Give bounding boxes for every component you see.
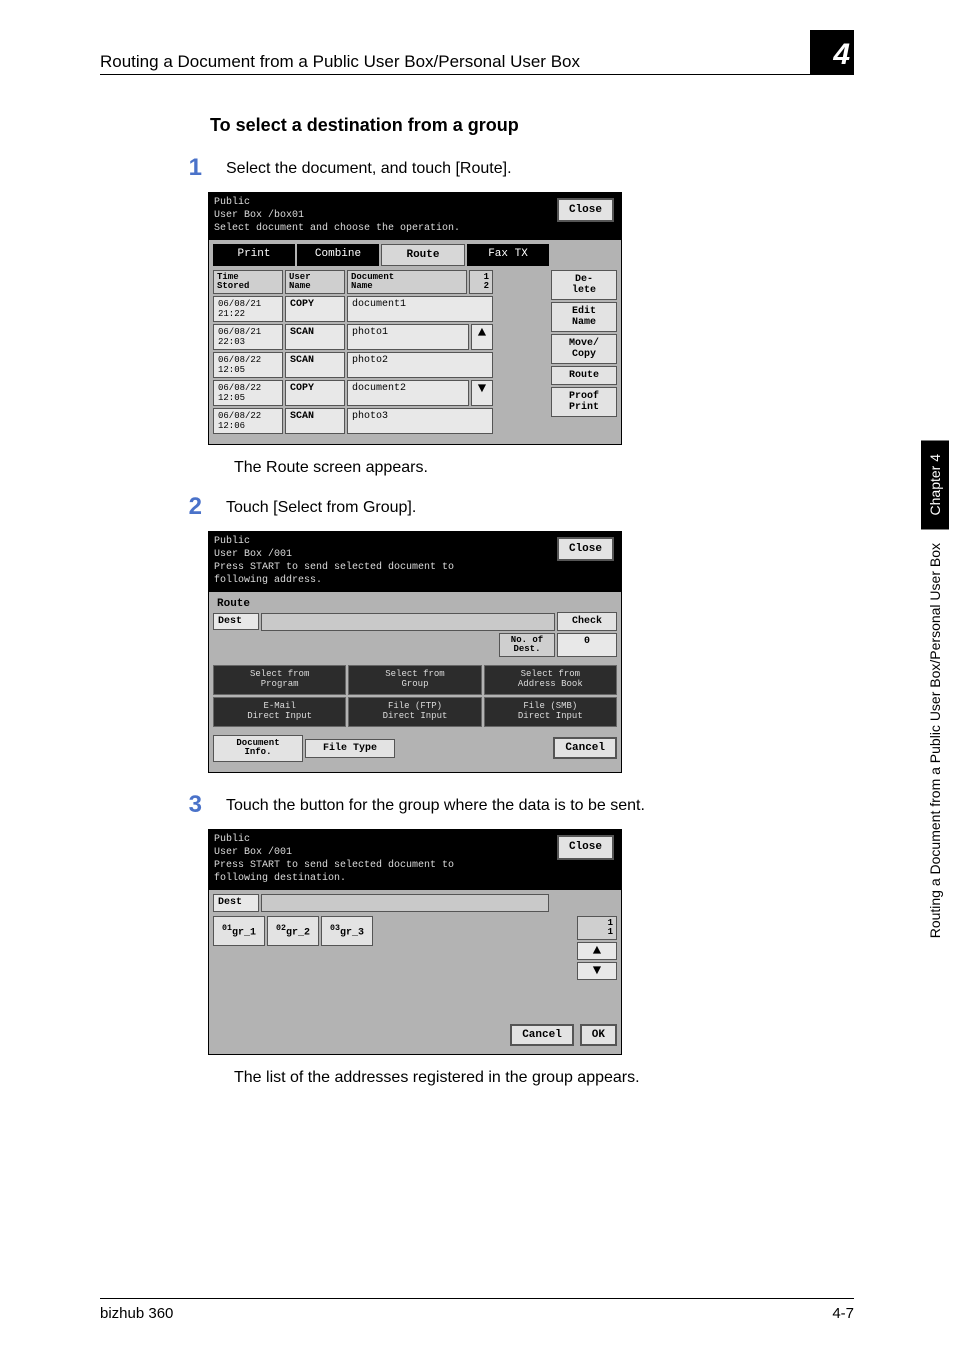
table-row[interactable]: 06/08/22 12:06 SCAN photo3: [213, 408, 547, 434]
dest-label: Dest: [213, 894, 259, 912]
body-after-step3: The list of the addresses registered in …: [234, 1069, 854, 1087]
select-from-address-book-button[interactable]: Select from Address Book: [484, 665, 617, 695]
group-1-label: gr_1: [232, 928, 256, 939]
table-row[interactable]: 06/08/21 22:03 SCAN photo1 ▲: [213, 324, 547, 350]
tab-fax-tx[interactable]: Fax TX: [467, 244, 549, 266]
tab-route[interactable]: Route: [381, 244, 465, 266]
edit-name-button[interactable]: Edit Name: [551, 302, 617, 332]
cancel-button[interactable]: Cancel: [553, 737, 617, 759]
cell-user: COPY: [285, 380, 345, 406]
cell-user: SCAN: [285, 408, 345, 434]
dest-field: [261, 894, 549, 912]
scroll-up-icon[interactable]: ▲: [471, 324, 493, 350]
close-button[interactable]: Close: [557, 537, 614, 561]
ui2-title-line1: Public: [214, 535, 616, 548]
ok-button[interactable]: OK: [580, 1024, 617, 1046]
ui1-title-line1: Public: [214, 196, 616, 209]
file-type-button[interactable]: File Type: [305, 739, 395, 758]
ui3-title-line1: Public: [214, 833, 616, 846]
cell-user: SCAN: [285, 352, 345, 378]
ui1-subtitle: Select document and choose the operation…: [214, 222, 616, 235]
cell-time: 06/08/21 21:22: [213, 296, 283, 322]
scroll-down-icon[interactable]: ▼: [471, 380, 493, 406]
step-text-1: Select the document, and touch [Route].: [226, 154, 512, 178]
no-of-dest-value: 0: [557, 633, 617, 657]
cell-time: 06/08/22 12:06: [213, 408, 283, 434]
chapter-number-badge: 4: [810, 30, 854, 74]
proof-print-button[interactable]: Proof Print: [551, 387, 617, 417]
scroll-down-icon[interactable]: ▼: [577, 962, 617, 980]
check-button[interactable]: Check: [557, 612, 617, 631]
body-after-step1: The Route screen appears.: [234, 459, 854, 477]
table-row[interactable]: 06/08/22 12:05 SCAN photo2: [213, 352, 547, 378]
delete-button[interactable]: De- lete: [551, 270, 617, 300]
close-button[interactable]: Close: [557, 835, 614, 859]
cell-doc: document2: [347, 380, 469, 406]
device-screenshot-1: Public User Box /box01 Select document a…: [208, 192, 622, 445]
file-smb-direct-input-button[interactable]: File (SMB) Direct Input: [484, 697, 617, 727]
move-copy-button[interactable]: Move/ Copy: [551, 334, 617, 364]
col-time-stored[interactable]: Time Stored: [213, 270, 283, 294]
cell-doc: photo3: [347, 408, 493, 434]
side-tab: Chapter 4 Routing a Document from a Publ…: [916, 440, 954, 980]
group-1-button[interactable]: 01gr_1: [213, 916, 265, 945]
cell-doc: photo2: [347, 352, 493, 378]
cell-time: 06/08/22 12:05: [213, 352, 283, 378]
ui2-title-line2: User Box /001: [214, 548, 616, 561]
route-button[interactable]: Route: [551, 366, 617, 385]
page-indicator: 1 2: [469, 270, 493, 294]
cell-time: 06/08/21 22:03: [213, 324, 283, 350]
cell-user: COPY: [285, 296, 345, 322]
step-number-1: 1: [180, 154, 202, 182]
ui2-subtitle: Press START to send selected document to…: [214, 561, 616, 587]
tab-print[interactable]: Print: [213, 244, 295, 266]
file-ftp-direct-input-button[interactable]: File (FTP) Direct Input: [348, 697, 481, 727]
group-2-button[interactable]: 02gr_2: [267, 916, 319, 945]
ui3-title-line2: User Box /001: [214, 846, 616, 859]
cancel-button[interactable]: Cancel: [510, 1024, 574, 1046]
step-text-2: Touch [Select from Group].: [226, 493, 416, 517]
route-label: Route: [213, 596, 617, 612]
device-screenshot-3: Public User Box /001 Press START to send…: [208, 829, 622, 1055]
no-of-dest-label: No. of Dest.: [499, 633, 555, 657]
footer-model: bizhub 360: [100, 1305, 173, 1322]
table-row[interactable]: 06/08/21 21:22 COPY document1: [213, 296, 547, 322]
email-direct-input-button[interactable]: E-Mail Direct Input: [213, 697, 346, 727]
group-2-label: gr_2: [286, 928, 310, 939]
col-user-name[interactable]: User Name: [285, 270, 345, 294]
page-indicator: 1 1: [577, 916, 617, 940]
group-3-label: gr_3: [340, 928, 364, 939]
dest-label: Dest: [213, 613, 259, 630]
select-from-group-button[interactable]: Select from Group: [348, 665, 481, 695]
cell-doc: photo1: [347, 324, 469, 350]
tab-combine[interactable]: Combine: [297, 244, 379, 266]
group-2-prefix: 02: [276, 923, 286, 933]
document-info-button[interactable]: Document Info.: [213, 735, 303, 763]
group-3-prefix: 03: [330, 923, 340, 933]
section-heading: To select a destination from a group: [210, 115, 854, 136]
footer-page-number: 4-7: [832, 1305, 854, 1322]
scroll-up-icon[interactable]: ▲: [577, 942, 617, 960]
step-number-3: 3: [180, 791, 202, 819]
ui1-title-line2: User Box /box01: [214, 209, 616, 222]
step-text-3: Touch the button for the group where the…: [226, 791, 645, 815]
page-header-title: Routing a Document from a Public User Bo…: [100, 52, 580, 72]
table-row[interactable]: 06/08/22 12:05 COPY document2 ▼: [213, 380, 547, 406]
cell-user: SCAN: [285, 324, 345, 350]
cell-doc: document1: [347, 296, 493, 322]
side-tab-chapter: Chapter 4: [921, 440, 949, 529]
device-screenshot-2: Public User Box /001 Press START to send…: [208, 531, 622, 773]
col-document-name[interactable]: Document Name: [347, 270, 467, 294]
step-number-2: 2: [180, 493, 202, 521]
group-3-button[interactable]: 03gr_3: [321, 916, 373, 945]
group-1-prefix: 01: [222, 923, 232, 933]
ui3-subtitle: Press START to send selected document to…: [214, 859, 616, 885]
select-from-program-button[interactable]: Select from Program: [213, 665, 346, 695]
dest-field: [261, 613, 555, 631]
cell-time: 06/08/22 12:05: [213, 380, 283, 406]
close-button[interactable]: Close: [557, 198, 614, 222]
side-tab-title: Routing a Document from a Public User Bo…: [921, 529, 949, 952]
